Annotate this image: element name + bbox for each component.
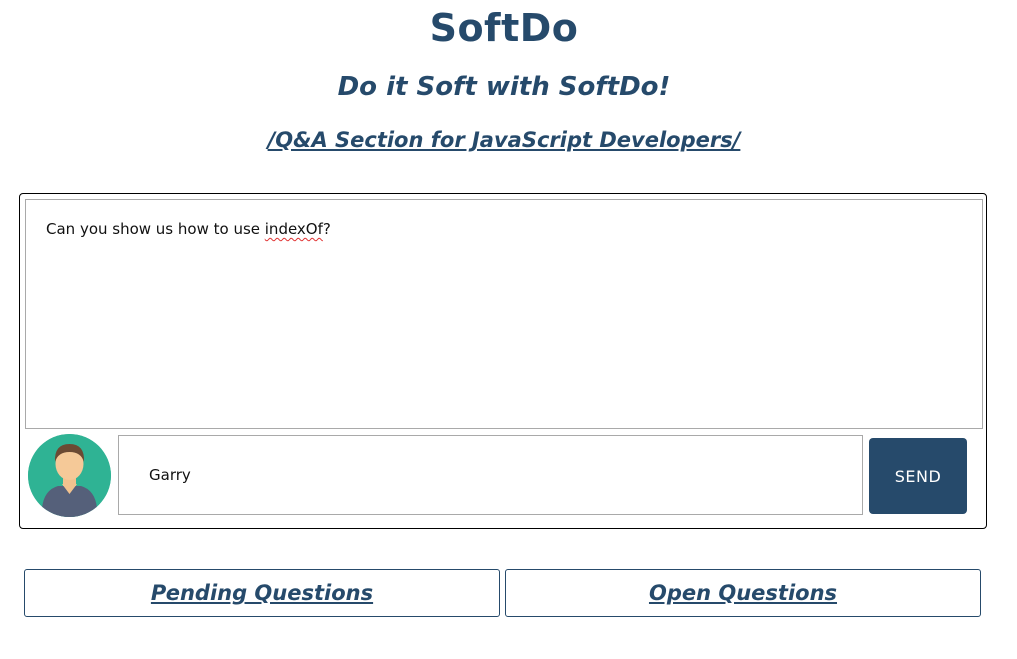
user-avatar-icon <box>28 434 111 517</box>
question-form: Can you show us how to use indexOf? Garr… <box>19 193 987 529</box>
question-text-misspelled: indexOf <box>264 220 323 238</box>
tab-open-questions[interactable]: Open Questions <box>505 569 981 617</box>
page: SoftDo Do it Soft with SoftDo! /Q&A Sect… <box>0 0 1017 659</box>
question-text-end: ? <box>322 220 331 238</box>
page-title: SoftDo <box>429 6 579 50</box>
author-name-input[interactable]: Garry <box>118 435 863 515</box>
page-subtitle: Do it Soft with SoftDo! <box>337 72 671 102</box>
tab-pending-questions[interactable]: Pending Questions <box>24 569 500 617</box>
send-button[interactable]: SEND <box>869 438 967 514</box>
question-text-start: Can you show us how to use <box>46 220 265 238</box>
author-name-value: Garry <box>149 466 191 484</box>
question-textarea[interactable]: Can you show us how to use indexOf? <box>25 199 983 429</box>
section-link[interactable]: /Q&A Section for JavaScript Developers/ <box>0 128 1008 152</box>
